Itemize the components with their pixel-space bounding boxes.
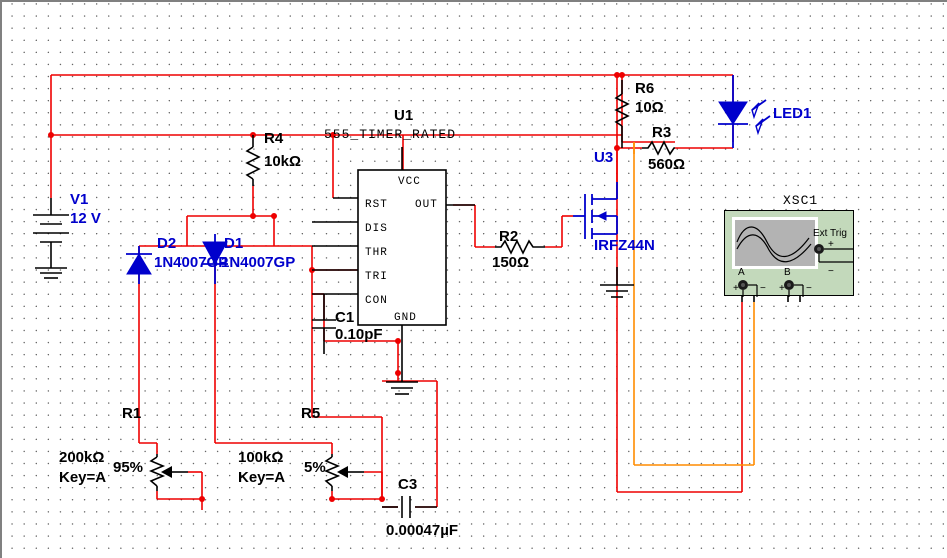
- led-led1[interactable]: [718, 75, 771, 148]
- potentiometer-r5[interactable]: [323, 454, 364, 491]
- pin-thr: THR: [365, 247, 388, 259]
- label-u3-ref: U3: [594, 149, 614, 166]
- capacitor-c3[interactable]: [382, 496, 437, 518]
- wire-orange-probe: [633, 142, 755, 466]
- diode-d2[interactable]: [126, 246, 152, 284]
- scope-b-minus: −: [806, 283, 812, 294]
- label-d2-value: 1N4007GP: [154, 254, 229, 271]
- label-r1-value: 200kΩ: [59, 449, 105, 466]
- schematic-canvas[interactable]: .w{stroke:#ee0000;stroke-width:1.6;fill:…: [0, 0, 947, 558]
- wire-bottom-net: [139, 341, 438, 510]
- label-r1-ref: R1: [122, 405, 142, 422]
- resistor-r4[interactable]: [245, 135, 261, 186]
- label-led1-ref: LED1: [773, 105, 812, 122]
- scope-terminal-b-label: B: [784, 267, 791, 278]
- label-d1-value: 1N4007GP: [221, 254, 296, 271]
- label-r3-value: 560Ω: [648, 156, 686, 173]
- label-r3-ref: R3: [652, 124, 672, 141]
- oscilloscope-xsc1[interactable]: Ext Trig + − A + − B + −: [724, 210, 854, 297]
- label-v1-value: 12 V: [70, 210, 101, 227]
- label-r2-value: 150Ω: [492, 254, 530, 271]
- scope-b-plus: +: [779, 283, 785, 294]
- label-r6-ref: R6: [635, 80, 655, 97]
- label-r5-percent: 5%: [304, 459, 326, 476]
- potentiometer-r1[interactable]: [148, 454, 188, 491]
- label-c3-ref: C3: [398, 476, 418, 493]
- scope-a-plus: +: [733, 283, 739, 294]
- pin-con: CON: [365, 295, 388, 307]
- label-r1-percent: 95%: [113, 459, 144, 476]
- label-u3-value: IRFZ44N: [594, 237, 655, 254]
- pin-vcc: VCC: [398, 176, 421, 188]
- label-c1-ref: C1: [335, 309, 355, 326]
- label-r2-ref: R2: [499, 228, 519, 245]
- scope-terminal-a-label: A: [738, 267, 745, 278]
- pin-dis: DIS: [365, 223, 388, 235]
- label-r5-ref: R5: [301, 405, 321, 422]
- label-r6-value: 10Ω: [635, 99, 664, 116]
- label-v1-ref: V1: [70, 191, 89, 208]
- pin-rst: RST: [365, 199, 388, 211]
- label-r4-value: 10kΩ: [264, 153, 302, 170]
- label-xsc1-ref: XSC1: [783, 193, 819, 208]
- wire-drain-net: [616, 147, 743, 493]
- pin-gnd: GND: [394, 312, 417, 324]
- scope-a-minus: −: [760, 283, 766, 294]
- scope-ext-trig-label: Ext Trig: [813, 228, 847, 239]
- scope-ext-trig-plus: +: [828, 239, 834, 250]
- label-c1-value: 0.10pF: [335, 326, 383, 343]
- scope-screen: [732, 217, 818, 269]
- label-r4-ref: R4: [264, 130, 284, 147]
- resistor-r3[interactable]: [642, 140, 675, 156]
- battery-v1[interactable]: [33, 198, 69, 279]
- label-u1-value: 555_TIMER_RATED: [324, 127, 457, 142]
- label-d2-ref: D2: [157, 235, 177, 252]
- label-r5-value: 100kΩ: [238, 449, 284, 466]
- pin-tri: TRI: [365, 271, 388, 283]
- label-c3-value: 0.00047µF: [386, 522, 459, 539]
- label-r5-key: Key=A: [238, 469, 286, 486]
- label-r1-key: Key=A: [59, 469, 107, 486]
- scope-ext-trig-minus: −: [828, 266, 834, 277]
- label-u1-ref: U1: [394, 107, 414, 124]
- label-d1-ref: D1: [224, 235, 244, 252]
- ic-u1-555[interactable]: [312, 147, 475, 395]
- pin-out: OUT: [415, 199, 438, 211]
